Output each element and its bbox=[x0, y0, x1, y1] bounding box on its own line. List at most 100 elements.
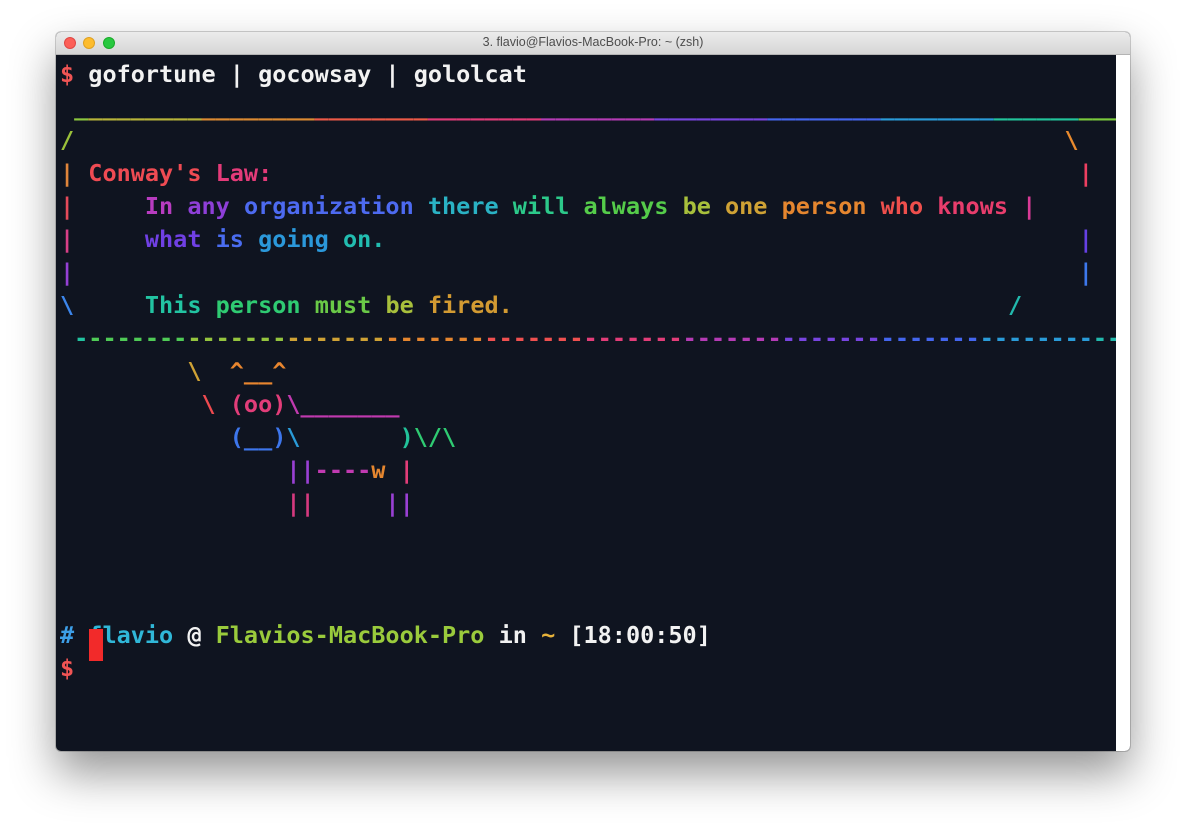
terminal-line: | In any organization there will always … bbox=[60, 191, 1036, 221]
terminal-line: \ (oo)\_______ bbox=[60, 389, 400, 419]
terminal-text-segment: organization bbox=[243, 192, 428, 220]
terminal-text-segment: there bbox=[427, 192, 513, 220]
terminal-text-segment: ________ bbox=[541, 93, 655, 121]
terminal-text-segment: Conway's bbox=[88, 159, 216, 187]
terminal-text-segment: ------- bbox=[682, 324, 782, 352]
terminal-text-segment: [18:00:50] bbox=[555, 621, 711, 649]
terminal-text-segment: what bbox=[144, 225, 216, 253]
terminal-text-segment: \ bbox=[286, 423, 400, 451]
terminal-text-segment: ______ bbox=[993, 93, 1079, 121]
terminal-text-segment: must bbox=[314, 291, 386, 319]
terminal-text-segment: ------- bbox=[286, 324, 386, 352]
terminal-line: | what is going on. | bbox=[60, 224, 1093, 254]
terminal-text-segment: ------- bbox=[583, 324, 683, 352]
terminal-text-segment: is bbox=[215, 225, 259, 253]
terminal-text-segment: | bbox=[1078, 225, 1093, 253]
terminal-text-segment: _ bbox=[60, 93, 89, 121]
terminal-text-segment: $ bbox=[60, 654, 89, 682]
terminal-text-segment: any bbox=[187, 192, 244, 220]
terminal-text-segment: # bbox=[60, 621, 89, 649]
terminal-text-segment: gofortune | gocowsay | gololcat bbox=[88, 60, 527, 88]
terminal-text-segment: | bbox=[1078, 159, 1093, 187]
terminal-text-segment: person bbox=[215, 291, 315, 319]
terminal-text-segment: ------- bbox=[484, 324, 584, 352]
terminal-text-segment: In bbox=[144, 192, 188, 220]
terminal-text-segment: | bbox=[60, 192, 145, 220]
terminal-text-segment: \ bbox=[60, 357, 230, 385]
terminal-text-segment: one bbox=[725, 192, 782, 220]
terminal-output[interactable]: $ gofortune | gocowsay | gololcat ______… bbox=[56, 55, 1130, 751]
terminal-text-segment: ------- bbox=[385, 324, 485, 352]
terminal-text-segment: ~ bbox=[541, 621, 556, 649]
terminal-text-segment: will bbox=[512, 192, 584, 220]
terminal-text-segment: | bbox=[60, 258, 75, 286]
terminal-text-segment: ) bbox=[399, 423, 414, 451]
terminal-text-segment: $ bbox=[60, 60, 89, 88]
terminal-line: $ bbox=[60, 653, 88, 683]
terminal-text-segment: / bbox=[1007, 291, 1023, 319]
terminal-text-segment: who bbox=[880, 192, 938, 220]
terminal-text-segment: ^__^ bbox=[229, 357, 287, 385]
terminal-text-segment: knows bbox=[937, 192, 1008, 220]
terminal-text-segment: ________ bbox=[427, 93, 542, 121]
terminal-text-segment: be bbox=[385, 291, 428, 319]
terminal-text-segment: \_______ bbox=[286, 390, 400, 418]
terminal-text-segment: be bbox=[682, 192, 726, 220]
terminal-text-segment: | bbox=[1008, 192, 1037, 220]
terminal-text-segment: always bbox=[583, 192, 683, 220]
terminal-text-segment: Law: bbox=[215, 159, 273, 187]
terminal-text-segment: | bbox=[60, 225, 145, 253]
terminal-text-segment: \ bbox=[60, 390, 230, 418]
terminal-text-segment: || bbox=[385, 489, 414, 517]
terminal-text-segment: \ bbox=[60, 291, 145, 319]
terminal-text-segment: | bbox=[385, 456, 414, 484]
terminal-text-segment: ________ bbox=[880, 93, 994, 121]
terminal-text-segment: | bbox=[1078, 258, 1093, 286]
terminal-text-segment: ________ bbox=[767, 93, 881, 121]
terminal-text-segment: fired. bbox=[427, 291, 513, 319]
terminal-text-segment: ________ bbox=[654, 93, 768, 121]
terminal-text-segment: person bbox=[781, 192, 881, 220]
terminal-line: ________________________________________… bbox=[60, 92, 1130, 122]
terminal-text-segment: \ bbox=[1064, 126, 1079, 154]
terminal-text-segment: || bbox=[286, 456, 315, 484]
terminal-text-segment: on. bbox=[342, 225, 386, 253]
scrollbar-track[interactable] bbox=[1116, 55, 1130, 751]
terminal-text-segment: ________ bbox=[314, 93, 428, 121]
terminal-text-segment: ---- bbox=[314, 456, 372, 484]
terminal-line: / \ bbox=[60, 125, 1079, 155]
terminal-line: \ ^__^ bbox=[60, 356, 286, 386]
terminal-text-segment: Flavios-MacBook-Pro bbox=[215, 621, 485, 649]
terminal-text-segment: ________ bbox=[88, 93, 202, 121]
terminal-text-segment: \/\ bbox=[413, 423, 457, 451]
terminal-line: ----------------------------------------… bbox=[60, 323, 1130, 353]
terminal-text-segment: || bbox=[286, 489, 315, 517]
terminal-line: \ This person must be fired. / bbox=[60, 290, 1022, 320]
title-bar: 3. flavio@Flavios-MacBook-Pro: ~ (zsh) bbox=[56, 32, 1130, 55]
terminal-text-segment: w bbox=[371, 456, 386, 484]
terminal-text-segment: | bbox=[60, 159, 89, 187]
terminal-text-segment: ________ bbox=[201, 93, 315, 121]
terminal-line: # flavio @ Flavios-MacBook-Pro in ~ [18:… bbox=[60, 620, 711, 650]
terminal-text-segment: - bbox=[60, 324, 89, 352]
terminal-text-segment: ------- bbox=[781, 324, 881, 352]
terminal-text-segment: ------- bbox=[187, 324, 287, 352]
terminal-line: | Conway's Law: | bbox=[60, 158, 1093, 188]
terminal-text-segment: / bbox=[60, 126, 75, 154]
terminal-text-segment: @ bbox=[173, 621, 216, 649]
terminal-line: ||----w | bbox=[60, 455, 414, 485]
terminal-text-segment: (oo) bbox=[229, 390, 287, 418]
terminal-text-segment: ------- bbox=[880, 324, 980, 352]
terminal-line: || || bbox=[60, 488, 414, 518]
terminal-text-segment: ------- bbox=[88, 324, 188, 352]
terminal-text-segment: (__) bbox=[229, 423, 287, 451]
